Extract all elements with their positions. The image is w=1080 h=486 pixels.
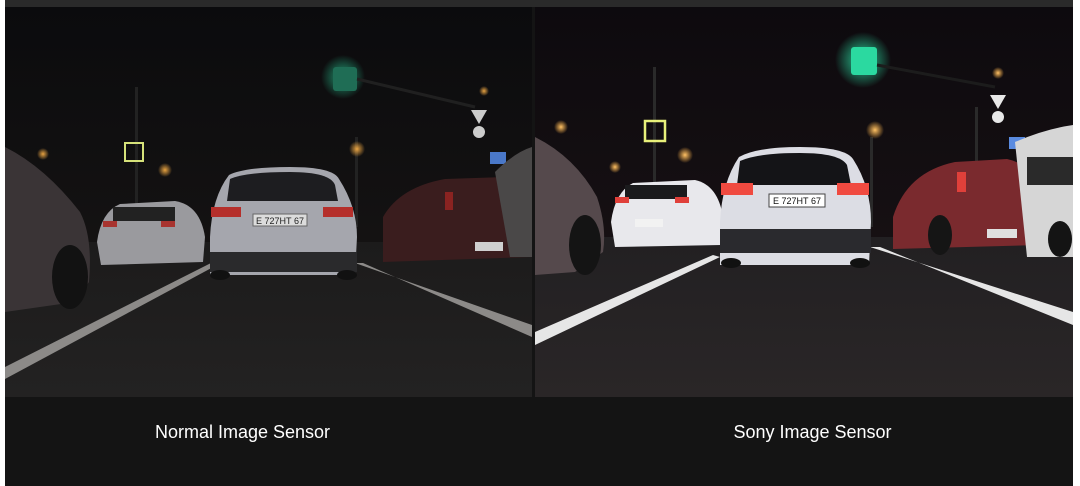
comparison-frame: E 727НТ 67 E 727НТ 67 Normal Image Senso… xyxy=(5,0,1073,486)
street-light xyxy=(866,121,884,139)
license-plate-center: E 727НТ 67 xyxy=(773,196,821,206)
traffic-light xyxy=(851,47,877,75)
sony-sensor-photo: E 727НТ 67 xyxy=(535,7,1073,397)
normal-sensor-photo: E 727НТ 67 xyxy=(5,7,532,397)
caption-normal-sensor: Normal Image Sensor xyxy=(154,422,331,442)
traffic-light xyxy=(333,67,357,91)
caption-sony-sensor: Sony Image Sensor xyxy=(733,422,892,442)
license-plate-center: E 727НТ 67 xyxy=(256,216,304,226)
street-light xyxy=(349,141,365,157)
top-strip xyxy=(5,0,1073,7)
